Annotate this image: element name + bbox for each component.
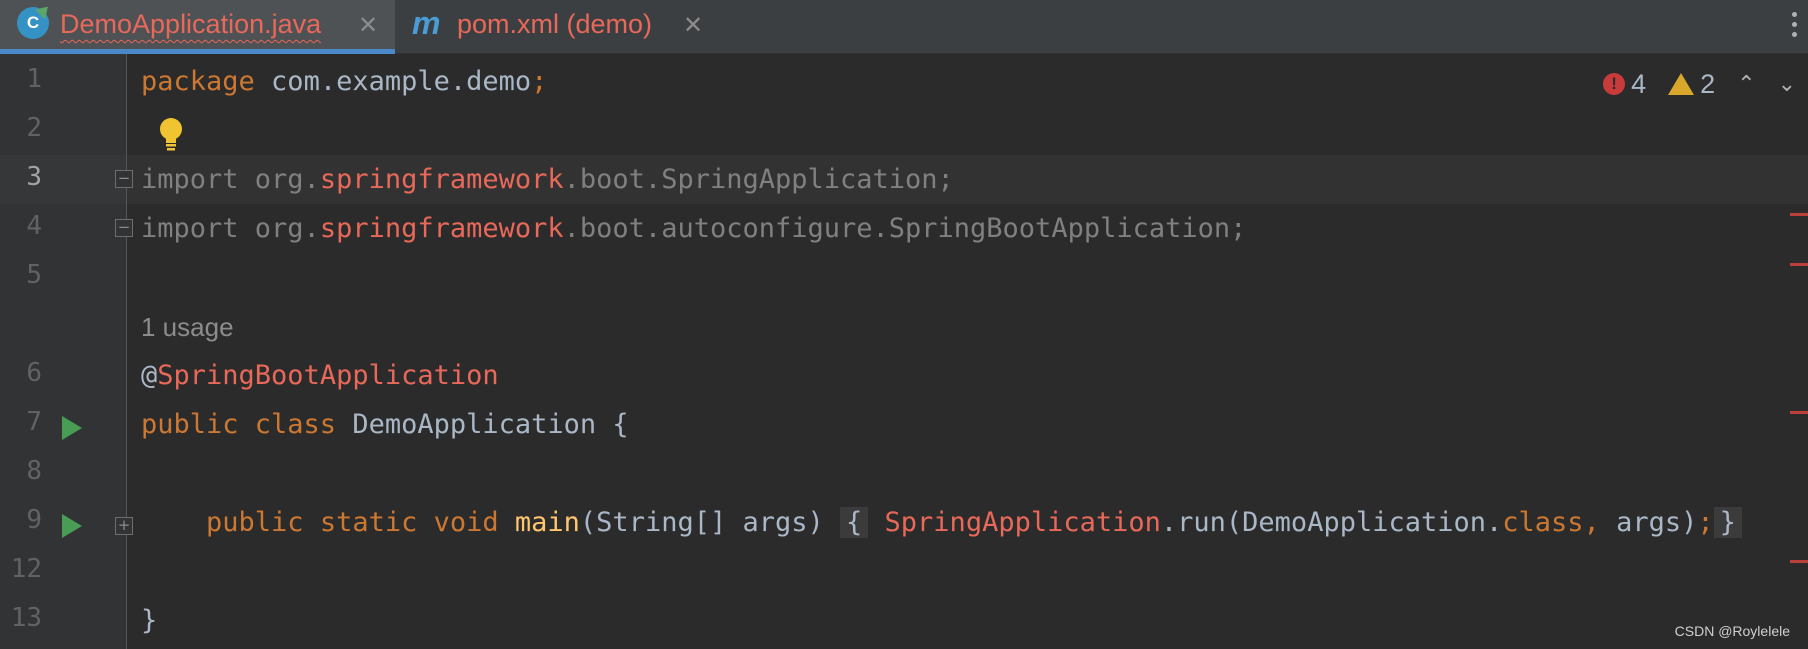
run-icon[interactable] (62, 514, 82, 538)
keyword: package (141, 66, 255, 97)
line-number: 8 (26, 456, 42, 486)
code-text: (String[] args) (579, 507, 841, 538)
code-text: ; (1697, 507, 1714, 538)
folded-brace[interactable]: } (1713, 507, 1742, 538)
code-text: ; (531, 66, 548, 97)
unresolved-symbol: springframework (319, 164, 564, 195)
code-line-13[interactable]: } (141, 603, 157, 639)
warning-icon (1668, 73, 1695, 95)
close-icon[interactable]: ✕ (358, 11, 378, 40)
keyword: public class (141, 409, 337, 440)
line-number: 2 (26, 113, 42, 143)
tab-demo-application-java[interactable]: C DemoApplication.java ✕ (0, 0, 395, 54)
code-text: } (141, 605, 158, 636)
error-marker[interactable] (1790, 263, 1808, 266)
code-text: .boot.autoconfigure.SpringBootApplicatio… (563, 213, 1247, 244)
expand-icon[interactable]: + (115, 517, 133, 535)
chevron-down-icon[interactable]: ⌄ (1778, 72, 1796, 97)
unresolved-symbol: SpringBootApplication (157, 360, 499, 391)
line-number: 3 (26, 162, 42, 192)
unresolved-symbol: SpringApplication (868, 507, 1161, 538)
folded-brace[interactable]: { (840, 507, 869, 538)
line-number: 6 (26, 358, 42, 388)
code-line-1[interactable]: package com.example.demo; (141, 64, 547, 100)
lightbulb-icon[interactable] (158, 118, 184, 152)
line-number: 1 (26, 64, 42, 94)
line-number: 5 (26, 260, 42, 290)
line-number: 13 (10, 603, 42, 633)
more-options-icon[interactable] (1792, 12, 1798, 42)
code-line-3[interactable]: import org.springframework.boot.SpringAp… (141, 162, 954, 198)
gutter-separator (126, 54, 127, 649)
error-marker[interactable] (1790, 560, 1808, 563)
watermark: CSDN @Roylelele (1674, 623, 1790, 639)
code-line-7[interactable]: public class DemoApplication { (141, 407, 629, 443)
code-line-4[interactable]: import org.springframework.boot.autoconf… (141, 211, 1246, 247)
error-marker[interactable] (1790, 213, 1808, 216)
code-text: .run(DemoApplication. (1160, 507, 1503, 538)
error-marker[interactable] (1790, 411, 1808, 414)
code-text: import org. (141, 213, 320, 244)
inspections-widget[interactable]: ! 4 2 ⌃ ⌄ (1603, 64, 1796, 104)
code-text: com.example.demo (254, 66, 532, 97)
code-line-9[interactable]: public static void main(String[] args) {… (141, 505, 1742, 541)
keyword: public static void (206, 507, 499, 538)
line-number: 9 (26, 505, 42, 535)
code-text: .boot.SpringApplication; (563, 164, 954, 195)
code-text: import org. (141, 164, 320, 195)
tab-pom-xml[interactable]: m pom.xml (demo) ✕ (395, 0, 725, 54)
maven-icon: m (412, 5, 441, 41)
usage-hint[interactable]: 1 usage (141, 312, 234, 343)
line-number: 12 (10, 554, 42, 584)
code-text: DemoApplication { (336, 409, 629, 440)
chevron-up-icon[interactable]: ⌃ (1737, 72, 1755, 97)
error-count: 4 (1631, 68, 1647, 99)
editor-tab-bar: C DemoApplication.java ✕ m pom.xml (demo… (0, 0, 1808, 54)
fold-icon[interactable]: − (115, 219, 133, 237)
code-text: @ (141, 360, 158, 391)
error-icon: ! (1603, 73, 1626, 95)
tab-label: pom.xml (demo) (457, 9, 653, 39)
line-number: 4 (26, 211, 42, 241)
run-icon[interactable] (62, 416, 82, 440)
code-line-6[interactable]: @SpringBootApplication (141, 358, 499, 394)
code-text: args) (1599, 507, 1698, 538)
fold-icon[interactable]: − (115, 170, 133, 188)
method-name: main (498, 507, 580, 538)
java-class-icon: C (17, 7, 49, 39)
warning-count: 2 (1700, 68, 1716, 99)
close-icon[interactable]: ✕ (683, 11, 703, 40)
tab-label: DemoApplication.java (60, 9, 322, 39)
unresolved-symbol: springframework (319, 213, 564, 244)
keyword: class, (1502, 507, 1600, 538)
line-number: 7 (26, 407, 42, 437)
